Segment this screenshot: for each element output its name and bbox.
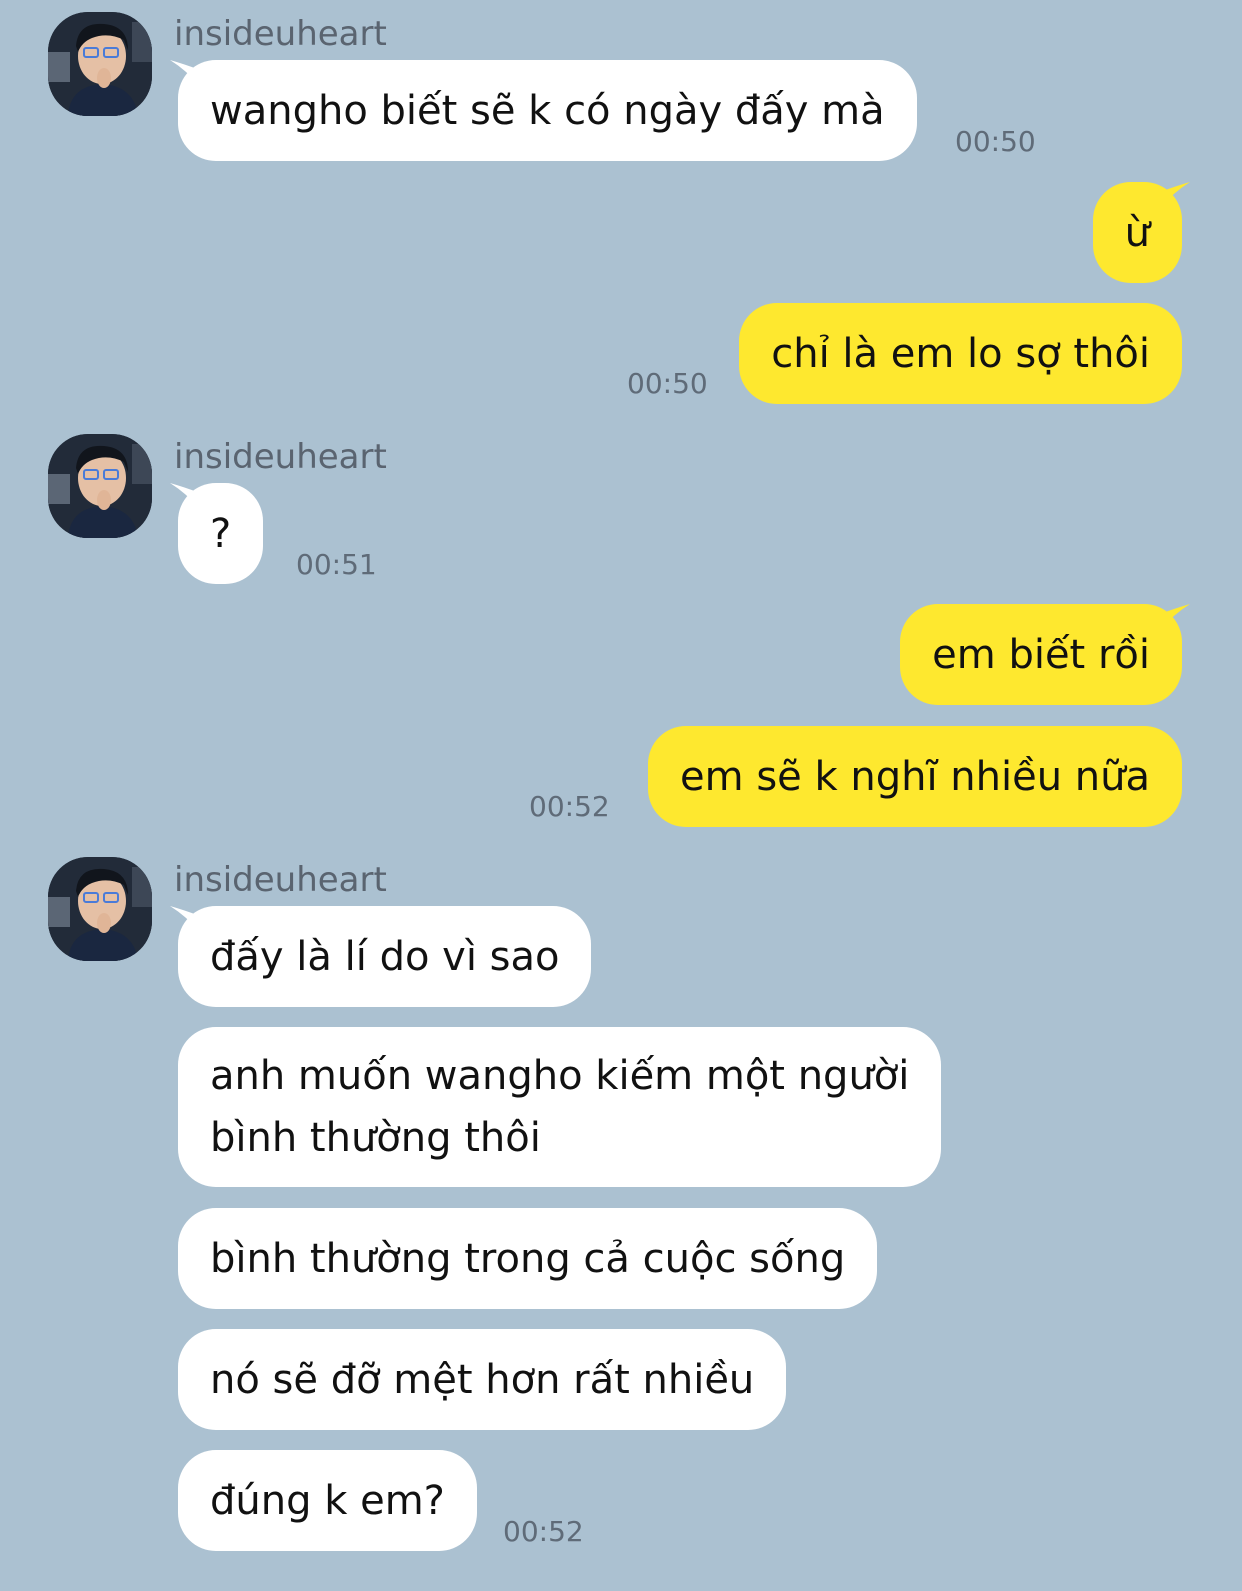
sender-avatar[interactable]	[48, 12, 152, 116]
message-bubble[interactable]: anh muốn wangho kiếm một người bình thườ…	[178, 1027, 942, 1187]
message-text: wangho biết sẽ k có ngày đấy mà	[210, 87, 885, 134]
message-text: bình thường trong cả cuộc sống	[210, 1235, 846, 1282]
sender-name: insideuheart	[174, 437, 387, 477]
message-time: 00:50	[627, 367, 708, 400]
message-text: đúng k em?	[210, 1477, 445, 1524]
message-text: em sẽ k nghĩ nhiều nữa	[680, 753, 1150, 800]
bubble-tail-icon	[1160, 182, 1190, 208]
message-bubble[interactable]: ?	[170, 483, 264, 584]
sender-name: insideuheart	[174, 860, 387, 900]
message-text: nó sẽ đỡ mệt hơn rất nhiều	[210, 1356, 755, 1403]
message-text-line: bình thường thôi	[210, 1115, 541, 1161]
message-time: 00:51	[296, 548, 377, 581]
message-time: 00:50	[955, 125, 1036, 158]
message-text: em biết rồi	[932, 631, 1150, 678]
message-bubble[interactable]: nó sẽ đỡ mệt hơn rất nhiều	[178, 1329, 787, 1430]
message-bubble[interactable]: em biết rồi	[900, 604, 1190, 705]
message-bubble[interactable]: đấy là lí do vì sao	[170, 906, 592, 1007]
message-bubble[interactable]: bình thường trong cả cuộc sống	[178, 1208, 878, 1309]
message-text: ?	[210, 510, 232, 557]
bubble-tail-icon	[170, 906, 200, 932]
message-bubble[interactable]: em sẽ k nghĩ nhiều nữa	[648, 726, 1182, 827]
message-bubble[interactable]: ừ	[1092, 182, 1190, 283]
bubble-tail-icon	[170, 60, 200, 86]
message-text: chỉ là em lo sợ thôi	[771, 330, 1150, 377]
message-bubble[interactable]: đúng k em?	[178, 1450, 477, 1551]
message-text: ừ	[1124, 209, 1150, 256]
message-text-line: anh muốn wangho kiếm một người	[210, 1053, 910, 1099]
message-time: 00:52	[529, 790, 610, 823]
bubble-tail-icon	[170, 483, 200, 509]
message-bubble[interactable]: chỉ là em lo sợ thôi	[739, 303, 1182, 404]
sender-avatar[interactable]	[48, 434, 152, 538]
message-time: 00:52	[503, 1515, 584, 1548]
message-text: đấy là lí do vì sao	[210, 933, 560, 980]
message-bubble[interactable]: wangho biết sẽ k có ngày đấy mà	[170, 60, 917, 161]
chat-thread: insideuheart wangho biết sẽ k có ngày đấ…	[0, 0, 1242, 1591]
message-text: anh muốn wangho kiếm một người bình thườ…	[210, 1045, 909, 1169]
sender-avatar[interactable]	[48, 857, 152, 961]
bubble-tail-icon	[1160, 604, 1190, 630]
sender-name: insideuheart	[174, 14, 387, 54]
